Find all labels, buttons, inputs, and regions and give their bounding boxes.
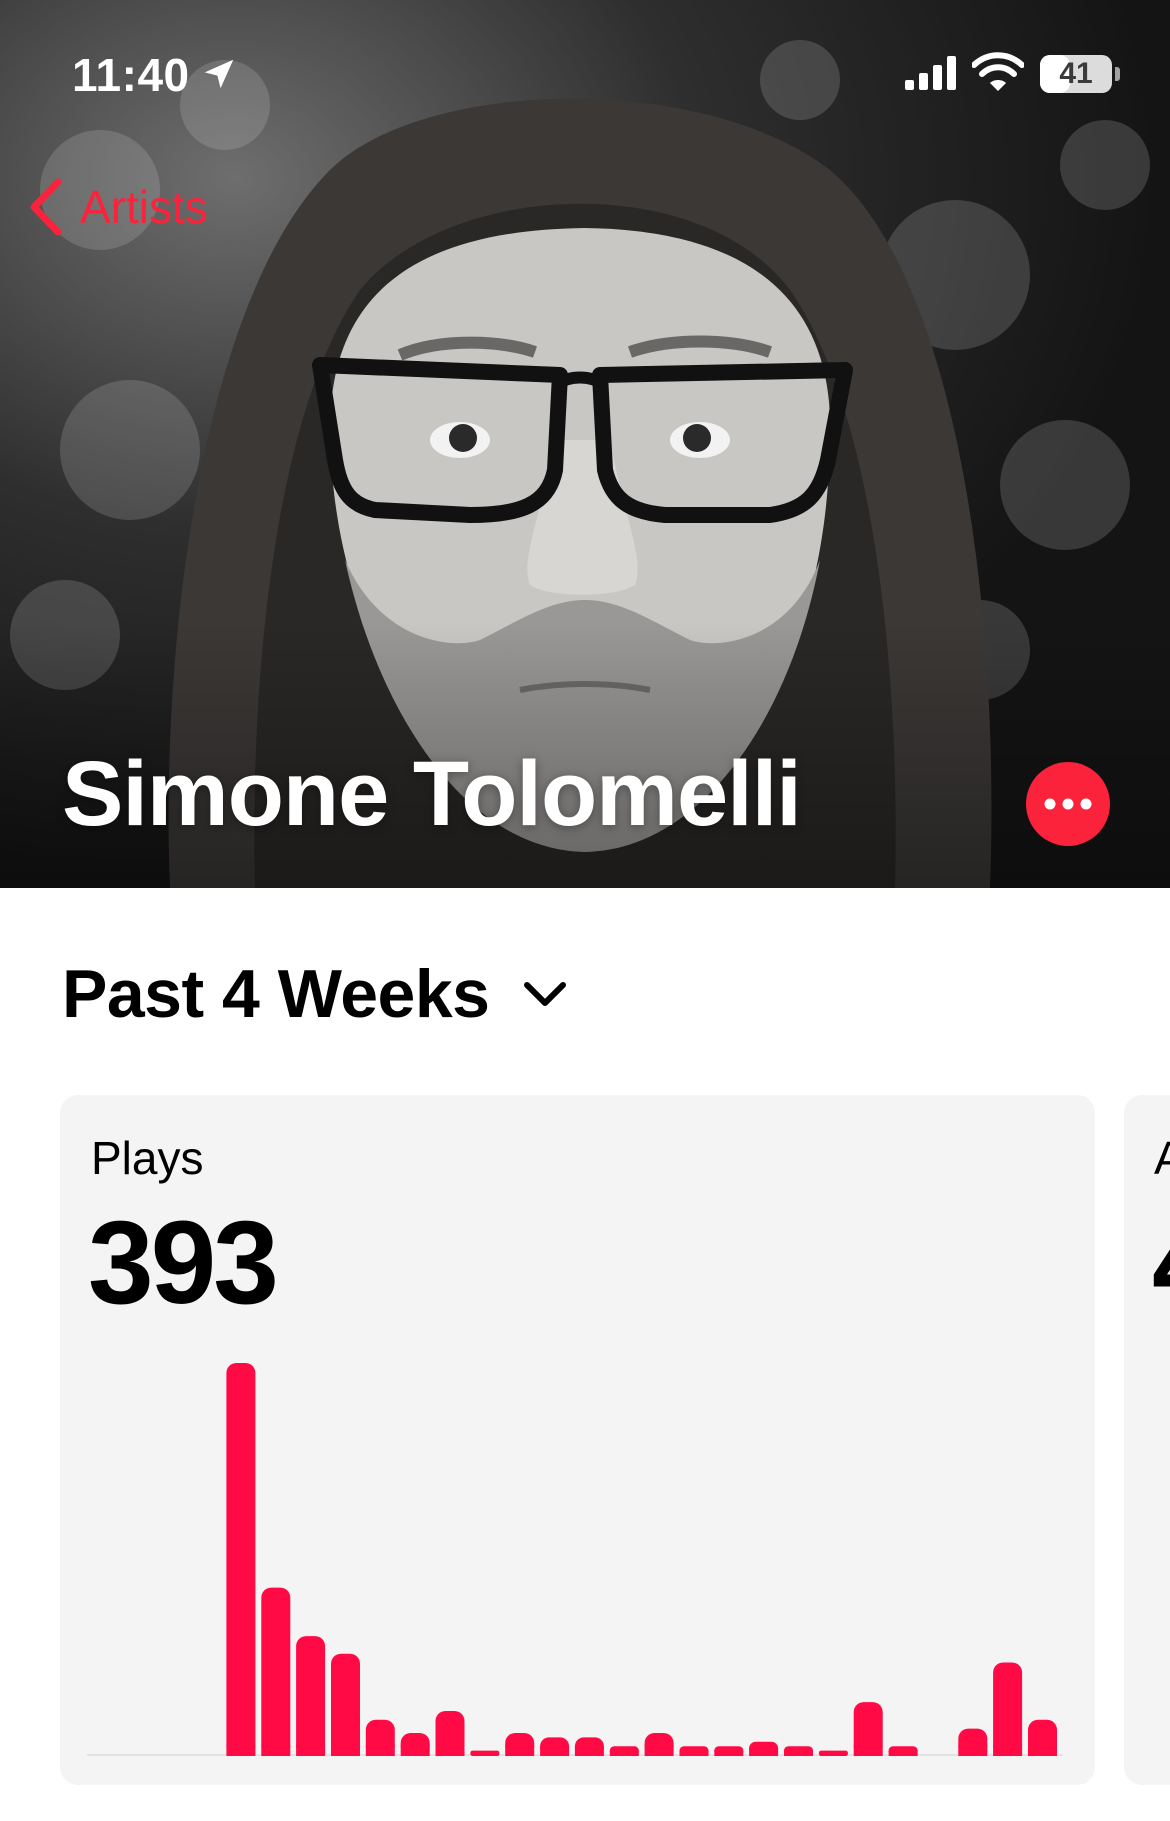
more-options-button[interactable] (1026, 762, 1110, 846)
status-time: 11:40 (72, 49, 190, 101)
chevron-down-icon (524, 982, 567, 1006)
plays-card[interactable]: Plays 393 (60, 1095, 1095, 1785)
back-button[interactable]: Artists (28, 175, 208, 239)
next-stat-value: 4 (1152, 1195, 1170, 1331)
next-stat-card[interactable]: A 4 (1124, 1095, 1170, 1785)
chart-bar-base (1028, 1745, 1057, 1756)
location-arrow-icon (204, 59, 234, 89)
chart-bar-base (435, 1745, 465, 1756)
chart-bar (226, 1363, 256, 1756)
battery-icon: 41 (1040, 55, 1112, 93)
chart-bar-base (540, 1746, 570, 1756)
chevron-left-icon (30, 178, 62, 236)
plays-bar-chart (87, 1363, 1063, 1756)
artist-name: Simone Tolomelli (62, 743, 802, 845)
chart-bar-base (505, 1745, 535, 1756)
ellipsis-icon (1044, 798, 1092, 810)
chart-bar-base (679, 1750, 709, 1756)
artist-hero-image: 11:40 41 Artists Simone Tolomelli (0, 0, 1170, 888)
chart-bar-base (365, 1745, 395, 1756)
chart-bar (296, 1636, 326, 1756)
chart-bar-base (261, 1745, 291, 1756)
chart-bar (331, 1653, 360, 1756)
battery-percent: 41 (1059, 57, 1093, 90)
battery-tip (1115, 67, 1120, 81)
cellular-signal-icon (905, 56, 956, 90)
chart-bar-base (993, 1745, 1023, 1756)
chart-bar (261, 1587, 291, 1756)
chart-bar-base (296, 1745, 326, 1756)
status-bar: 11:40 41 (0, 0, 1170, 150)
chart-bar-base (226, 1745, 256, 1756)
chart-bar-base (609, 1750, 639, 1756)
chart-bar-base (853, 1745, 883, 1756)
wifi-icon (972, 52, 1024, 91)
chart-bar (470, 1750, 500, 1756)
chart-bar-base (749, 1748, 779, 1756)
chart-bar-base (958, 1745, 988, 1756)
next-stat-label: A (1154, 1132, 1170, 1184)
chart-bar-base (644, 1745, 674, 1756)
chart-bar (993, 1662, 1023, 1756)
period-label: Past 4 Weeks (62, 956, 490, 1032)
chart-bar-base (714, 1750, 744, 1756)
back-button-label: Artists (80, 181, 208, 233)
chart-bar-base (784, 1750, 813, 1756)
period-selector[interactable]: Past 4 Weeks (62, 955, 567, 1033)
chart-bar-base (888, 1750, 918, 1756)
chart-bar (818, 1750, 848, 1756)
chart-bar-base (574, 1746, 604, 1756)
chart-bar-base (331, 1745, 360, 1756)
chart-bar-base (400, 1745, 430, 1756)
